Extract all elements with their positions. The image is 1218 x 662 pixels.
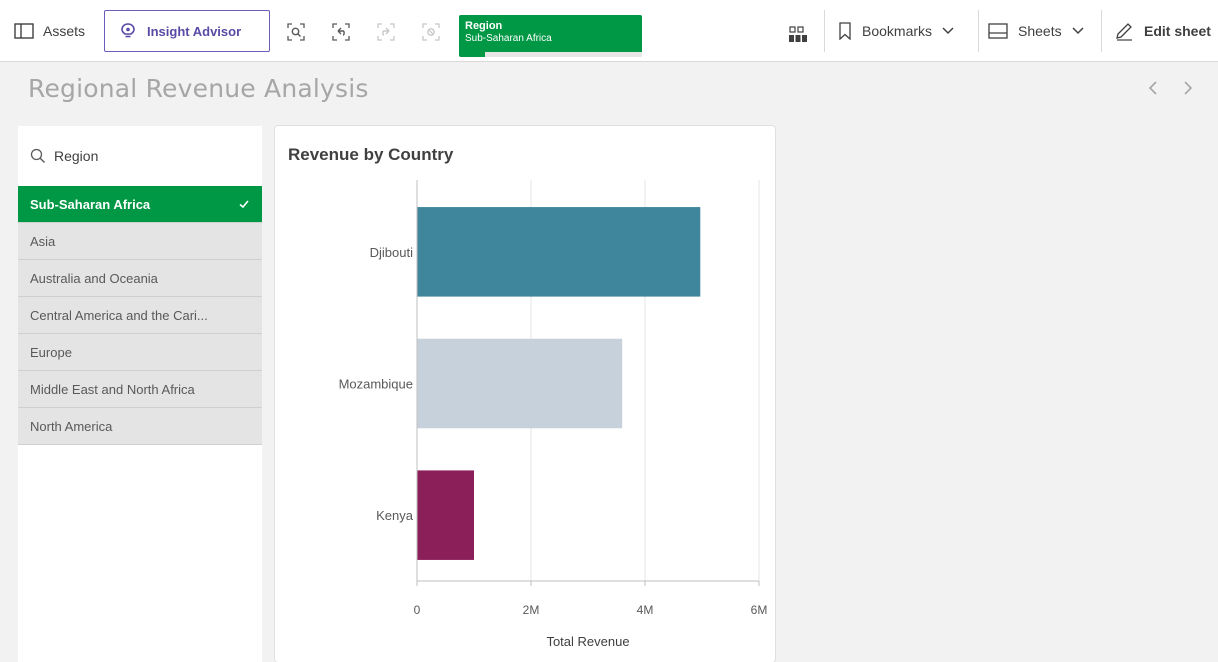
selection-state-fill — [459, 52, 485, 57]
category-label: Djibouti — [370, 245, 413, 260]
smart-search-icon[interactable] — [286, 22, 306, 42]
bar — [417, 207, 701, 297]
pencil-icon — [1116, 23, 1132, 41]
filter-item[interactable]: Central America and the Cari... — [18, 297, 262, 334]
filter-header[interactable]: Region — [18, 126, 262, 186]
filter-item[interactable]: Australia and Oceania — [18, 260, 262, 297]
chevron-down-icon — [1072, 27, 1084, 35]
category-label: Kenya — [376, 508, 414, 523]
revenue-chart-card: Revenue by Country Djibouti Mozambique Ken… — [274, 125, 776, 662]
filter-item[interactable]: Asia — [18, 223, 262, 260]
previous-sheet-icon[interactable] — [1145, 78, 1161, 98]
top-toolbar: Assets Insight Advisor Region Sub-Sahara… — [0, 0, 1218, 62]
filter-item-label: Asia — [30, 233, 56, 249]
selection-field: Region — [465, 20, 503, 32]
selection-state-bar — [459, 52, 642, 57]
step-back-icon[interactable] — [331, 22, 351, 42]
toolbar-divider — [1101, 10, 1102, 52]
assets-button[interactable]: Assets — [6, 10, 96, 52]
insight-advisor-button[interactable]: Insight Advisor — [104, 10, 270, 52]
filter-item[interactable]: North America — [18, 408, 262, 445]
next-sheet-icon[interactable] — [1180, 78, 1196, 98]
toolbar-divider — [824, 10, 825, 52]
filter-item-label: Central America and the Cari... — [30, 307, 208, 323]
filter-title: Region — [54, 148, 99, 164]
sheet-icon — [988, 23, 1008, 39]
category-label: Mozambique — [339, 377, 413, 392]
chevron-down-icon — [942, 27, 954, 35]
search-icon — [30, 148, 45, 163]
clear-selections-icon[interactable] — [421, 22, 441, 42]
bar-chart[interactable]: Djibouti Mozambique Kenya 0 2M 4M 6M Total Reve… — [275, 126, 775, 662]
filter-item-label: Sub-Saharan Africa — [30, 196, 151, 212]
check-icon — [239, 200, 249, 209]
filter-item[interactable]: Sub-Saharan Africa — [18, 186, 262, 223]
bookmarks-button[interactable]: Bookmarks — [838, 10, 954, 52]
filter-list: Sub-Saharan Africa Asia Australia and Ocea… — [18, 186, 262, 445]
x-tick-label: 2M — [523, 603, 540, 617]
sheet-title: Regional Revenue Analysis — [28, 74, 369, 103]
panel-icon — [14, 23, 34, 39]
insight-advisor-label: Insight Advisor — [147, 23, 242, 39]
filter-item[interactable]: Europe — [18, 334, 262, 371]
filter-item-label: North America — [30, 418, 113, 434]
sheets-button[interactable]: Sheets — [988, 10, 1084, 52]
filter-item-label: Australia and Oceania — [30, 270, 158, 286]
bar — [417, 470, 474, 560]
toolbar-divider — [978, 10, 979, 52]
bar — [417, 338, 623, 429]
x-tick-label: 6M — [751, 603, 768, 617]
filter-item[interactable]: Middle East and North Africa — [18, 371, 262, 408]
filter-item-label: Middle East and North Africa — [30, 381, 195, 397]
x-tick-label: 0 — [414, 603, 421, 617]
current-selection-chip[interactable]: Region Sub-Saharan Africa — [459, 15, 642, 57]
bookmark-icon — [839, 22, 851, 40]
sheets-label: Sheets — [1018, 23, 1062, 39]
x-axis-title: Total Revenue — [546, 634, 629, 649]
bookmarks-label: Bookmarks — [862, 23, 933, 39]
edit-sheet-button[interactable]: Edit sheet — [1114, 10, 1211, 52]
x-tick-label: 4M — [637, 603, 654, 617]
assets-label: Assets — [43, 23, 86, 39]
step-forward-icon[interactable] — [376, 22, 396, 42]
bulb-icon — [121, 23, 135, 38]
selection-value: Sub-Saharan Africa — [465, 33, 552, 44]
filter-item-label: Europe — [30, 344, 72, 360]
grid-view-icon[interactable] — [788, 26, 808, 44]
region-filter-pane: Region Sub-Saharan Africa Asia Australia a… — [18, 126, 262, 662]
edit-sheet-label: Edit sheet — [1144, 23, 1211, 39]
